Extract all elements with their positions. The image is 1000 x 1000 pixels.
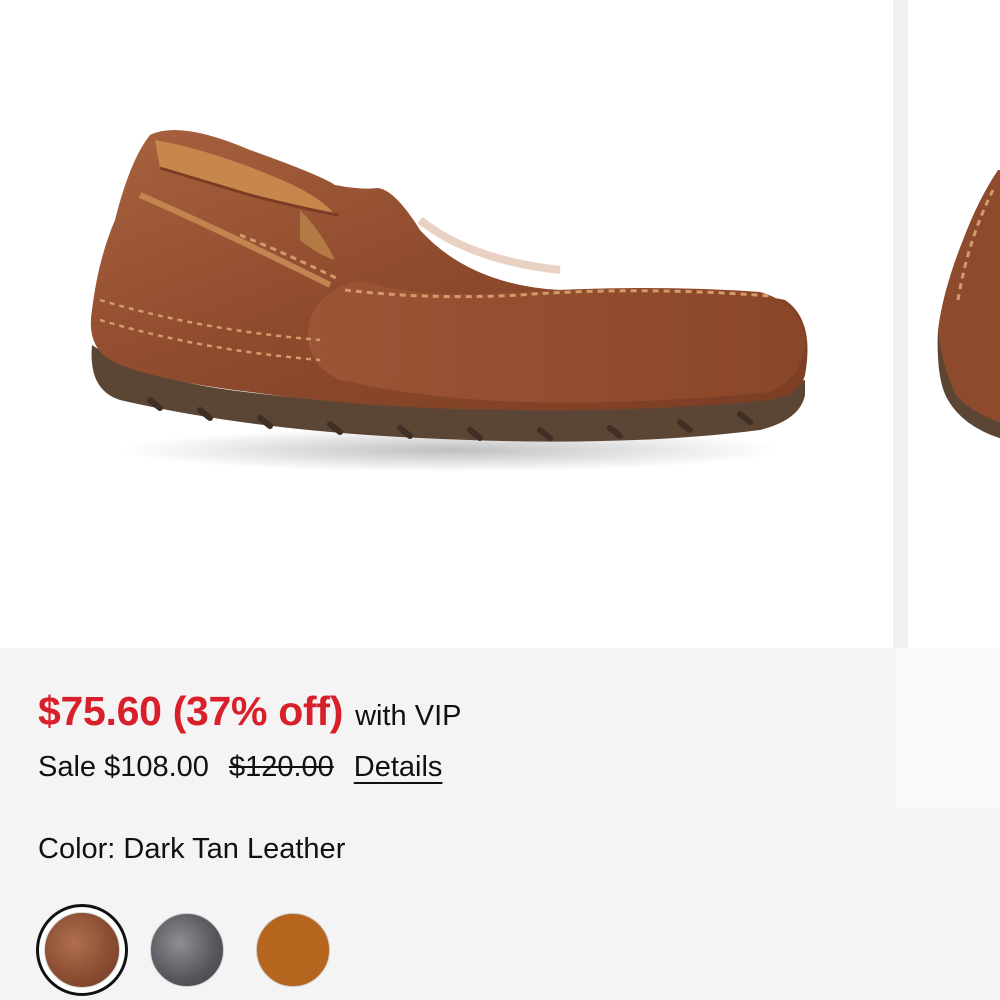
shoe-peek-illustration (937, 170, 1000, 439)
product-image-main[interactable] (0, 0, 893, 648)
sale-price-line: Sale $108.00 $120.00 Details (38, 751, 442, 784)
sale-price: Sale $108.00 (38, 751, 209, 783)
product-image-gallery[interactable] (0, 0, 1000, 648)
product-image-next[interactable] (908, 0, 1000, 648)
details-link[interactable]: Details (354, 751, 443, 784)
swatch-dark-tan-leather-image (44, 912, 120, 988)
vip-price-line: $75.60 (37% off) with VIP (38, 688, 461, 735)
vip-price: $75.60 (37% off) (38, 688, 344, 734)
swatch-dark-tan-leather[interactable] (36, 904, 128, 996)
color-label: Color: Dark Tan Leather (38, 833, 346, 865)
product-info-panel: $75.60 (37% off) with VIP Sale $108.00 $… (0, 648, 1000, 1000)
swatch-grey[interactable] (150, 913, 224, 987)
color-swatches (36, 904, 330, 996)
shoe-illustration (90, 130, 808, 472)
swatch-tan[interactable] (256, 913, 330, 987)
vip-suffix: with VIP (355, 700, 462, 732)
info-right-shade (896, 648, 1000, 808)
original-price: $120.00 (228, 751, 334, 783)
